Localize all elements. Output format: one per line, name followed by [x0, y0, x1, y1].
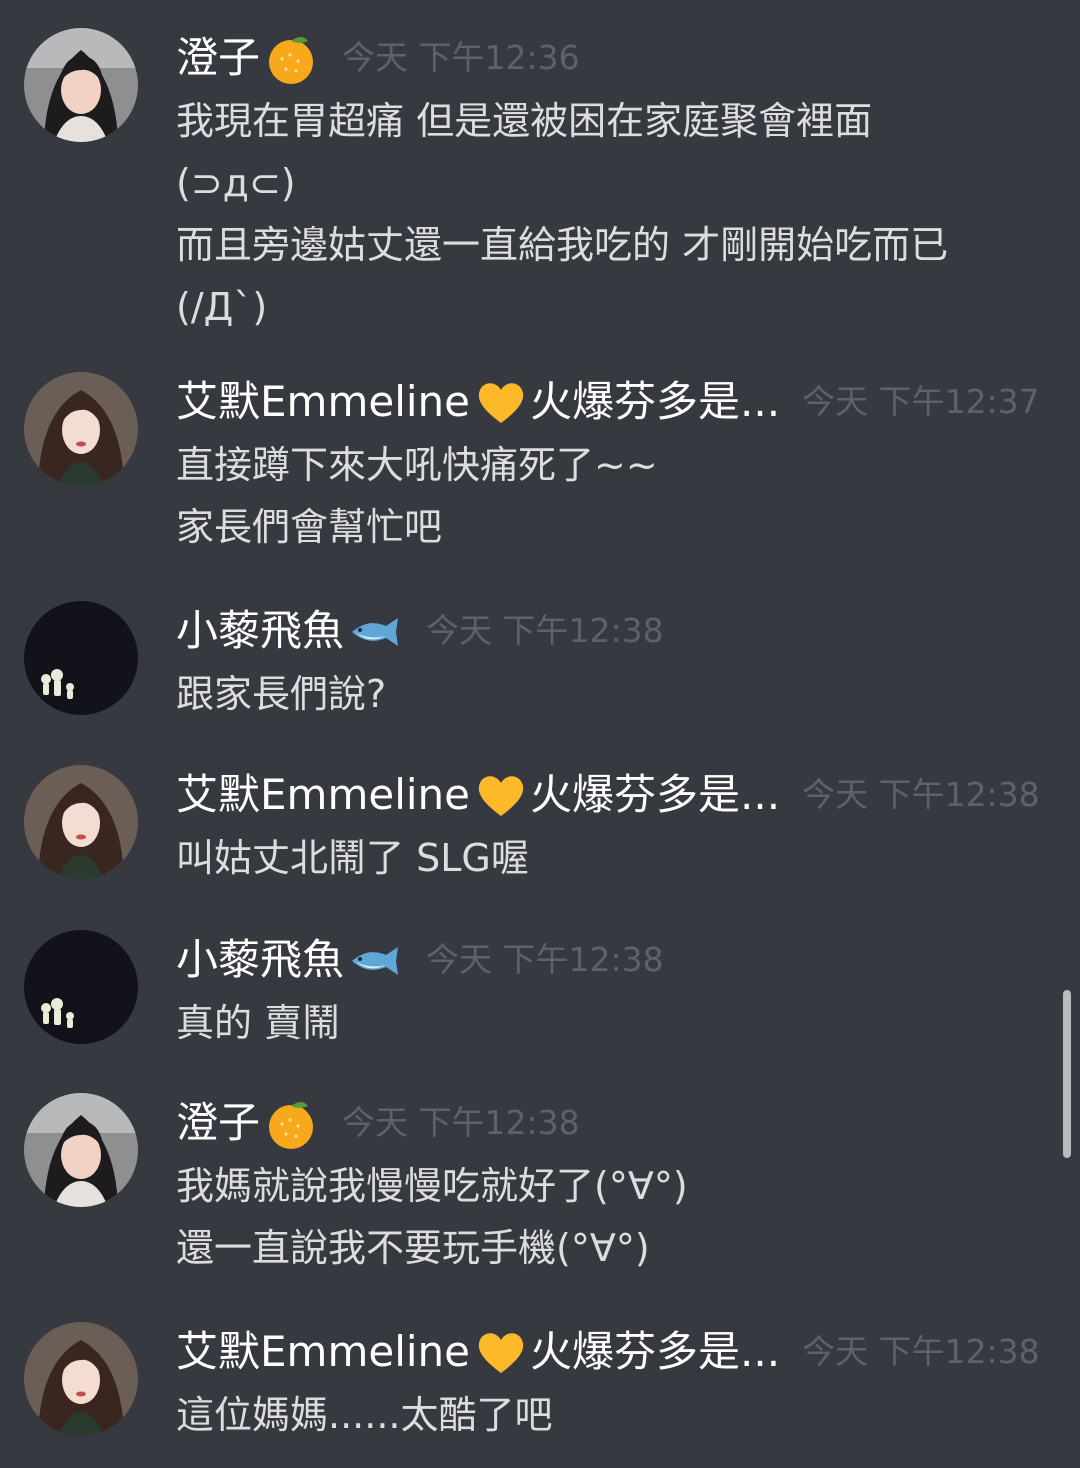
message-header: 艾默Emmeline 火爆芬多是... 今天 下午12:38: [176, 765, 1040, 825]
yellow-heart-icon: [472, 373, 530, 431]
avatar[interactable]: [24, 1322, 138, 1436]
message-line[interactable]: 我媽就說我慢慢吃就好了(°∀°): [176, 1155, 1046, 1217]
fish-icon: [346, 602, 404, 660]
message-header: 艾默Emmeline 火爆芬多是... 今天 下午12:37: [176, 372, 1040, 432]
avatar[interactable]: [24, 930, 138, 1044]
message-timestamp: 今天 下午12:37: [802, 382, 1040, 421]
message-line[interactable]: 這位媽媽......太酷了吧: [176, 1384, 1046, 1446]
message-body: 我媽就說我慢慢吃就好了(°∀°) 還一直說我不要玩手機(°∀°): [176, 1155, 1046, 1279]
username[interactable]: 澄子: [176, 28, 260, 88]
tangerine-icon: [262, 1094, 320, 1152]
username[interactable]: 艾默Emmeline: [176, 372, 470, 432]
message-body: 跟家長們說?: [176, 663, 1046, 725]
message-header: 艾默Emmeline 火爆芬多是... 今天 下午12:38: [176, 1322, 1040, 1382]
username-suffix[interactable]: 火爆芬多是...: [530, 1322, 780, 1382]
message-header: 小藜飛魚 今天 下午12:38: [176, 930, 664, 990]
username[interactable]: 艾默Emmeline: [176, 1322, 470, 1382]
message-line[interactable]: 真的 賣鬧: [176, 992, 1046, 1054]
message-timestamp: 今天 下午12:38: [426, 940, 664, 979]
avatar[interactable]: [24, 765, 138, 879]
message-header: 澄子 今天 下午12:36: [176, 28, 580, 88]
message-line[interactable]: 跟家長們說?: [176, 663, 1046, 725]
message-line[interactable]: 直接蹲下來大吼快痛死了~~: [176, 434, 1046, 496]
chat-message-list[interactable]: 澄子 今天 下午12:36 我現在胃超痛 但是還被困在家庭聚會裡面 (⊃д⊂) 而且旁邊…: [0, 0, 1080, 1468]
message-line[interactable]: (/Д`): [176, 276, 1046, 338]
username[interactable]: 小藜飛魚: [176, 930, 344, 990]
username[interactable]: 小藜飛魚: [176, 601, 344, 661]
message-line[interactable]: (⊃д⊂): [176, 152, 1046, 214]
message-line[interactable]: 還一直說我不要玩手機(°∀°): [176, 1217, 1046, 1279]
message-timestamp: 今天 下午12:38: [426, 611, 664, 650]
message-body: 我現在胃超痛 但是還被困在家庭聚會裡面 (⊃д⊂) 而且旁邊姑丈還一直給我吃的 才剛…: [176, 90, 1046, 338]
avatar[interactable]: [24, 28, 138, 142]
message-body: 這位媽媽......太酷了吧: [176, 1384, 1046, 1446]
avatar[interactable]: [24, 601, 138, 715]
message-header: 小藜飛魚 今天 下午12:38: [176, 601, 664, 661]
yellow-heart-icon: [472, 766, 530, 824]
username[interactable]: 艾默Emmeline: [176, 765, 470, 825]
message-line[interactable]: 家長們會幫忙吧: [176, 496, 1046, 558]
message-timestamp: 今天 下午12:38: [342, 1103, 580, 1142]
message-body: 真的 賣鬧: [176, 992, 1046, 1054]
message-header: 澄子 今天 下午12:38: [176, 1093, 580, 1153]
message-line[interactable]: 我現在胃超痛 但是還被困在家庭聚會裡面: [176, 90, 1046, 152]
message-timestamp: 今天 下午12:36: [342, 38, 580, 77]
username-suffix[interactable]: 火爆芬多是...: [530, 765, 780, 825]
avatar[interactable]: [24, 1093, 138, 1207]
scrollbar-thumb[interactable]: [1063, 990, 1071, 1158]
tangerine-icon: [262, 29, 320, 87]
message-timestamp: 今天 下午12:38: [802, 1332, 1040, 1371]
avatar[interactable]: [24, 372, 138, 486]
message-body: 叫姑丈北鬧了 SLG喔: [176, 827, 1046, 889]
fish-icon: [346, 931, 404, 989]
message-line[interactable]: 而且旁邊姑丈還一直給我吃的 才剛開始吃而已: [176, 214, 1046, 276]
message-line[interactable]: 叫姑丈北鬧了 SLG喔: [176, 827, 1046, 889]
message-body: 直接蹲下來大吼快痛死了~~ 家長們會幫忙吧: [176, 434, 1046, 558]
message-timestamp: 今天 下午12:38: [802, 775, 1040, 814]
username[interactable]: 澄子: [176, 1093, 260, 1153]
username-suffix[interactable]: 火爆芬多是...: [530, 372, 780, 432]
yellow-heart-icon: [472, 1323, 530, 1381]
